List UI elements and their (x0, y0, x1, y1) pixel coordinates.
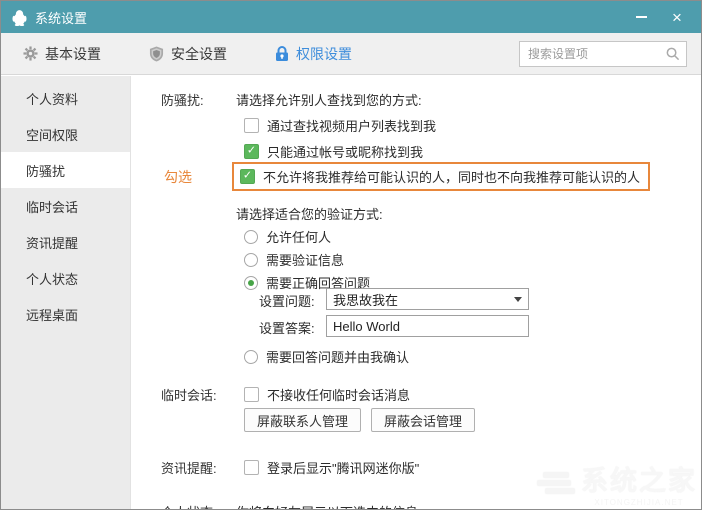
sidebar-item-profile[interactable]: 个人资料 (1, 80, 130, 116)
radio-label: 需要验证信息 (266, 253, 345, 268)
personal-status-label: 个人状态: (161, 502, 217, 509)
answer-label: 设置答案: (259, 321, 315, 336)
titlebar: 系统设置 × (1, 1, 701, 33)
radio-need-verification[interactable] (244, 252, 258, 267)
tab-basic-settings[interactable]: 基本设置 (23, 44, 101, 64)
verify-methods-title: 请选择适合您的验证方式: (236, 207, 383, 222)
tab-bar: 基本设置 安全设置 权限设置 (1, 33, 701, 75)
sidebar-item-news-reminder[interactable]: 资讯提醒 (1, 224, 130, 260)
radio-label: 允许任何人 (266, 230, 332, 245)
chevron-down-icon (514, 296, 522, 302)
checkbox-label: 不接收任何临时会话消息 (267, 388, 411, 403)
question-value: 我思故我在 (333, 292, 399, 308)
search-input[interactable] (528, 46, 665, 61)
highlight-box: ✓ 不允许将我推荐给可能认识的人，同时也不向我推荐可能认识的人 (232, 162, 651, 191)
radio-answer-question[interactable] (244, 275, 258, 290)
tab-label: 安全设置 (171, 45, 227, 62)
annotation-check-this: 勾选 (164, 169, 192, 185)
radio-label: 需要回答问题并由我确认 (266, 350, 410, 365)
window-title: 系统设置 (35, 10, 88, 26)
shield-icon (149, 46, 164, 62)
checkbox-label: 通过查找视频用户列表找到我 (267, 119, 437, 134)
checkbox-no-temp-session[interactable] (244, 387, 259, 402)
checkbox-label: 登录后显示"腾讯网迷你版" (267, 461, 420, 476)
tab-security-settings[interactable]: 安全设置 (149, 44, 227, 64)
block-contacts-button[interactable]: 屏蔽联系人管理 (244, 408, 362, 432)
settings-window: 系统设置 × 基本设置 安全设置 权限设置 搜索设置项 个人资料 空间权限 防骚… (0, 0, 702, 510)
answer-input[interactable] (326, 315, 529, 337)
checkbox-label: 只能通过帐号或昵称找到我 (267, 145, 424, 160)
sidebar: 个人资料 空间权限 防骚扰 临时会话 资讯提醒 个人状态 远程桌面 (1, 76, 131, 509)
tab-permission-settings[interactable]: 权限设置 (275, 44, 352, 64)
sidebar-item-space-permission[interactable]: 空间权限 (1, 116, 130, 152)
checkbox-tencent-mini[interactable] (244, 460, 259, 475)
sidebar-item-temp-session[interactable]: 临时会话 (1, 188, 130, 224)
checkbox-video-list[interactable] (244, 118, 259, 133)
check-icon: ✓ (246, 144, 257, 157)
news-reminder-label: 资讯提醒: (161, 461, 217, 476)
sidebar-item-remote-desktop[interactable]: 远程桌面 (1, 296, 130, 332)
radio-answer-and-confirm[interactable] (244, 349, 258, 364)
search-icon[interactable] (665, 46, 680, 61)
personal-status-text: 你将向好友展示以下选中的信息 (236, 502, 418, 509)
checkbox-account-nickname[interactable]: ✓ (244, 144, 259, 159)
lock-icon (275, 45, 289, 62)
checkbox-no-recommend[interactable]: ✓ (240, 169, 255, 184)
qq-penguin-icon (11, 9, 28, 26)
anti-harassment-label: 防骚扰: (161, 93, 204, 108)
temp-session-label: 临时会话: (161, 388, 217, 403)
radio-allow-anyone[interactable] (244, 229, 258, 244)
close-button[interactable]: × (663, 5, 691, 29)
checkbox-label: 不允许将我推荐给可能认识的人，同时也不向我推荐可能认识的人 (263, 170, 641, 185)
check-icon: ✓ (242, 169, 253, 182)
minimize-icon (635, 16, 647, 18)
question-dropdown[interactable]: 我思故我在 (326, 288, 529, 310)
find-methods-title: 请选择允许别人查找到您的方式: (236, 93, 422, 108)
question-label: 设置问题: (259, 294, 315, 309)
minimize-button[interactable] (627, 5, 655, 29)
search-box (519, 40, 687, 67)
sidebar-item-anti-harassment[interactable]: 防骚扰 (1, 152, 130, 188)
sidebar-item-personal-status[interactable]: 个人状态 (1, 260, 130, 296)
gear-icon (23, 46, 38, 61)
tab-label: 基本设置 (45, 45, 101, 62)
tab-label: 权限设置 (296, 45, 352, 62)
block-sessions-button[interactable]: 屏蔽会话管理 (371, 408, 476, 432)
settings-content: 防骚扰: 请选择允许别人查找到您的方式: 通过查找视频用户列表找到我 ✓ 只能通… (131, 76, 701, 509)
